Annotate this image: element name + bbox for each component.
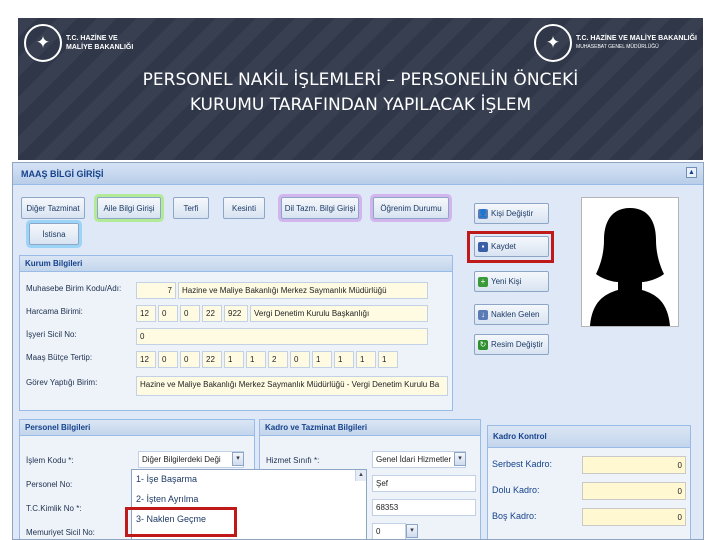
harcama-code-1[interactable]: 12 (136, 305, 156, 322)
islem-kodu-combo[interactable]: Diğer Bilgilerdeki Deği (138, 451, 244, 468)
tab-dil-tazminat[interactable]: Dil Tazm. Bilgi Girişi (281, 197, 359, 219)
personnel-photo (581, 197, 679, 327)
tab-aile-bilgi-girisi[interactable]: Aile Bilgi Girişi (97, 197, 161, 219)
logo-right-line2: MUHASEBAT GENEL MÜDÜRLÜĞÜ (576, 44, 659, 50)
serbest-kadro-value: 0 (582, 456, 686, 474)
logo-left-line2: MALİYE BAKANLIĞI (66, 44, 134, 51)
serbest-kadro-label: Serbest Kadro: (492, 459, 553, 469)
tab-kesinti[interactable]: Kesinti (223, 197, 265, 219)
logo-right-line1: T.C. HAZİNE VE MALİYE BAKANLIĞI (576, 35, 697, 42)
tc-kimlik-label: T.C.Kimlik No *: (26, 504, 82, 513)
kisi-degistir-label: Kişi Değiştir (491, 209, 534, 218)
butce-code-4[interactable]: 22 (202, 351, 222, 368)
yeni-kisi-button[interactable]: + Yeni Kişi (474, 271, 549, 292)
harcama-name: Vergi Denetim Kurulu Başkanlığı (250, 305, 428, 322)
muhasebe-name: Hazine ve Maliye Bakanlığı Merkez Sayman… (178, 282, 428, 299)
slide-title-line1: PERSONEL NAKİL İŞLEMLERİ – PERSONELİN ÖN… (142, 70, 579, 90)
kurum-bilgileri-panel: Kurum Bilgileri Muhasebe Birim Kodu/Adı:… (19, 255, 453, 411)
naklen-gelen-button[interactable]: ↓ Naklen Gelen (474, 304, 549, 325)
kadro-kontrol-header: Kadro Kontrol (488, 426, 690, 448)
resim-degistir-button[interactable]: ↻ Resim Değiştir (474, 334, 549, 355)
incoming-user-icon: ↓ (478, 309, 488, 320)
user-icon: 👤 (478, 208, 488, 219)
yeni-kisi-label: Yeni Kişi (491, 277, 522, 286)
muhasebe-code[interactable]: 7 (136, 282, 176, 299)
bos-kadro-label: Boş Kadro: (492, 511, 537, 521)
chevron-down-icon[interactable]: ▾ (406, 524, 418, 538)
ministry-logo-left: ✦ T.C. HAZİNE VE MALİYE BAKANLIĞI (24, 24, 133, 62)
harcama-code-4[interactable]: 22 (202, 305, 222, 322)
butce-code-5[interactable]: 1 (224, 351, 244, 368)
bos-kadro-value: 0 (582, 508, 686, 526)
harcama-code-5[interactable]: 922 (224, 305, 248, 322)
butce-code-3[interactable]: 0 (180, 351, 200, 368)
dropdown-option-1[interactable]: 1- İşe Başarma (132, 470, 366, 490)
logo-left-line1: T.C. HAZİNE VE (66, 35, 118, 42)
gorev-label: Görev Yaptığı Birim: (26, 378, 98, 387)
butce-code-11[interactable]: 1 (356, 351, 376, 368)
butce-label: Maaş Bütçe Tertip: (26, 353, 93, 362)
scroll-up-icon[interactable]: ▲ (355, 470, 366, 481)
butce-code-10[interactable]: 1 (334, 351, 354, 368)
kaydet-highlight (467, 231, 554, 263)
butce-code-7[interactable]: 2 (268, 351, 288, 368)
kadro-tazminat-header: Kadro ve Tazminat Bilgileri (260, 420, 480, 436)
naklen-gelen-label: Naklen Gelen (491, 310, 540, 319)
tab-ogrenim-durumu[interactable]: Öğrenim Durumu (373, 197, 449, 219)
chevron-down-icon[interactable]: ▾ (232, 452, 244, 466)
ministry-seal-icon: ✦ (24, 24, 62, 62)
islem-kodu-label: İşlem Kodu *: (26, 456, 74, 465)
window-title: MAAŞ BİLGİ GİRİŞİ ▲ (13, 163, 703, 185)
slide-title-line2: KURUMU TARAFINDAN YAPILACAK İŞLEM (189, 95, 532, 115)
butce-code-12[interactable]: 1 (378, 351, 398, 368)
personel-bilgileri-header: Personel Bilgileri (20, 420, 254, 436)
unvan-field[interactable]: Şef (372, 475, 476, 492)
hizmet-sinifi-label: Hizmet Sınıfı *: (266, 456, 320, 465)
kadro-no-field[interactable]: 68353 (372, 499, 476, 516)
ministry-seal-icon: ✦ (534, 24, 573, 62)
resim-degistir-label: Resim Değiştir (491, 340, 544, 349)
dolu-kadro-label: Dolu Kadro: (492, 485, 540, 495)
dolu-kadro-value: 0 (582, 482, 686, 500)
refresh-icon: ↻ (478, 339, 488, 350)
muhasebe-label: Muhasebe Birim Kodu/Adı: (26, 284, 122, 293)
hizmet-sinifi-combo[interactable]: Genel İdari Hizmetler (372, 451, 466, 468)
gorev-value: Hazine ve Maliye Bakanlığı Merkez Sayman… (136, 376, 448, 396)
kadro-kontrol-panel: Kadro Kontrol Serbest Kadro: 0 Dolu Kadr… (487, 425, 691, 539)
butce-code-1[interactable]: 12 (136, 351, 156, 368)
person-silhouette-icon (590, 208, 670, 326)
maas-bilgi-window: MAAŞ BİLGİ GİRİŞİ ▲ Diğer Tazminat Aile … (12, 162, 704, 540)
harcama-label: Harcama Birimi: (26, 307, 83, 316)
kadro-derece-field[interactable]: 0 (372, 523, 406, 539)
personel-no-label: Personel No: (26, 480, 73, 489)
kurum-bilgileri-header: Kurum Bilgileri (20, 256, 452, 272)
kisi-degistir-button[interactable]: 👤 Kişi Değiştir (474, 203, 549, 224)
naklen-gecme-highlight (125, 507, 237, 537)
tab-istisna[interactable]: İstisna (29, 223, 79, 245)
tab-diger-tazminat[interactable]: Diğer Tazminat (21, 197, 85, 219)
window-title-text: MAAŞ BİLGİ GİRİŞİ (21, 169, 104, 179)
harcama-code-3[interactable]: 0 (180, 305, 200, 322)
butce-code-2[interactable]: 0 (158, 351, 178, 368)
harcama-code-2[interactable]: 0 (158, 305, 178, 322)
chevron-down-icon[interactable]: ▾ (454, 452, 466, 466)
tab-terfi[interactable]: Terfi (173, 197, 209, 219)
ilk-sicil-input[interactable]: 0 (136, 328, 428, 345)
slide-banner: ✦ T.C. HAZİNE VE MALİYE BAKANLIĞI ✦ T.C. … (18, 18, 703, 160)
butce-code-9[interactable]: 1 (312, 351, 332, 368)
slide-title: PERSONEL NAKİL İŞLEMLERİ – PERSONELİN ÖN… (18, 68, 703, 118)
ministry-logo-right: ✦ T.C. HAZİNE VE MALİYE BAKANLIĞI MUHASEB… (534, 24, 697, 62)
new-user-icon: + (478, 276, 488, 287)
memuriyet-sicil-label: Memuriyet Sicil No: (26, 528, 95, 537)
butce-code-6[interactable]: 1 (246, 351, 266, 368)
ilk-sicil-label: İşyeri Sicil No: (26, 330, 77, 339)
butce-code-8[interactable]: 0 (290, 351, 310, 368)
collapse-icon[interactable]: ▲ (686, 167, 697, 178)
